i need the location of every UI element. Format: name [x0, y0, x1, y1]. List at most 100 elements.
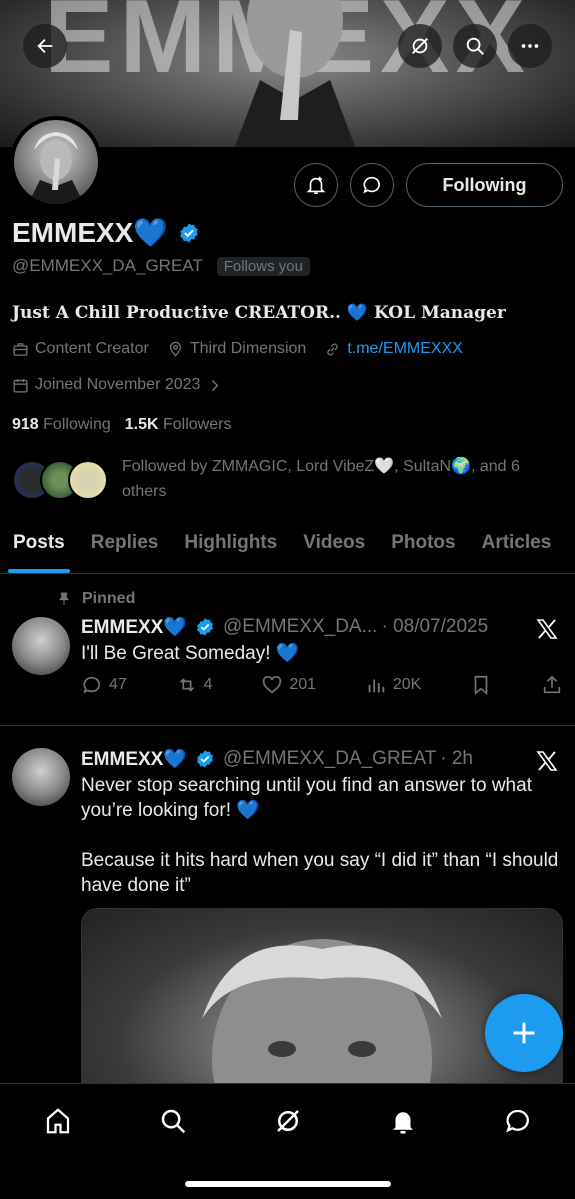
tab-photos[interactable]: Photos: [378, 522, 468, 573]
post-time: · 2h: [440, 748, 473, 769]
nav-messages[interactable]: [498, 1101, 538, 1141]
post-avatar[interactable]: [12, 617, 70, 675]
verified-badge-icon[interactable]: [178, 222, 200, 244]
message-bubble-icon: [506, 1109, 529, 1133]
bell-icon: [393, 1112, 413, 1134]
tab-articles[interactable]: Articles: [469, 522, 565, 573]
nav-search[interactable]: [153, 1101, 193, 1141]
follows-you-badge: Follows you: [216, 256, 310, 276]
post-media-image[interactable]: [81, 908, 563, 1098]
banner-figure: [234, 0, 356, 147]
bookmark-icon: [474, 675, 488, 696]
x-logo-icon: [536, 751, 558, 771]
grok-button[interactable]: [398, 24, 442, 68]
views-count: 20K: [392, 676, 422, 693]
tab-replies[interactable]: Replies: [78, 522, 172, 573]
repost-button[interactable]: 4: [176, 674, 213, 696]
post-author-name[interactable]: EMMEXX💙: [81, 747, 187, 771]
profile-avatar[interactable]: [10, 116, 102, 208]
portrait-image: [202, 939, 442, 1097]
grok-icon: [412, 38, 428, 54]
followed-by-avatars: [12, 456, 108, 500]
profile-tabs: Posts Replies Highlights Videos Photos A…: [0, 522, 575, 574]
post-header: EMMEXX💙 @EMMEXX_DA... · 08/07/2025: [81, 615, 488, 639]
followers-count[interactable]: 1.5K Followers: [125, 416, 232, 434]
verified-badge-icon: [197, 750, 213, 768]
follow-counts: 918 Following 1.5K Followers: [12, 416, 231, 434]
location-pin-icon: [169, 341, 181, 357]
tab-posts[interactable]: Posts: [0, 522, 78, 573]
views-icon: [368, 679, 385, 693]
following-number: 918: [12, 416, 39, 433]
post-avatar[interactable]: [12, 748, 70, 806]
verified-badge-icon: [197, 618, 213, 636]
compose-post-button[interactable]: [485, 994, 563, 1072]
search-icon: [161, 1109, 186, 1134]
handle-row: @EMMEXX_DA_GREAT Follows you: [12, 256, 310, 276]
category-text: Content Creator: [35, 340, 149, 357]
location-item: Third Dimension: [167, 340, 306, 358]
message-button[interactable]: [350, 163, 394, 207]
avatar-image: [28, 132, 84, 204]
nav-home[interactable]: [38, 1101, 78, 1141]
repost-icon: [179, 678, 194, 692]
chevron-right-icon: [212, 379, 219, 391]
post-author-name[interactable]: EMMEXX💙: [81, 615, 187, 639]
nav-notifications[interactable]: [383, 1101, 423, 1141]
post-divider: [0, 725, 575, 726]
pinned-indicator: Pinned: [56, 590, 135, 608]
following-button[interactable]: Following: [406, 163, 563, 207]
briefcase-icon: [13, 342, 28, 356]
calendar-icon: [13, 378, 28, 393]
link-icon: [327, 343, 339, 355]
nav-grok[interactable]: [268, 1101, 308, 1141]
profile-handle: @EMMEXX_DA_GREAT: [12, 256, 203, 275]
notifications-subscribe-button[interactable]: [294, 163, 338, 207]
website-link[interactable]: t.me/EMMEXXX: [347, 340, 463, 358]
post-header: EMMEXX💙 @EMMEXX_DA_GREAT · 2h: [81, 747, 473, 771]
pinned-label: Pinned: [82, 590, 136, 607]
followed-by-section[interactable]: Followed by ZMMAGIC, Lord VibeZ🤍, SultaN…: [12, 456, 562, 504]
joined-item[interactable]: Joined November 2023: [12, 376, 223, 394]
post-actions: 47 4 201 20K: [81, 674, 563, 696]
search-icon: [466, 37, 484, 55]
bell-plus-icon: [306, 176, 326, 195]
reply-icon: [83, 676, 100, 694]
following-label: Following: [43, 416, 111, 433]
joined-text: Joined November 2023: [35, 376, 201, 393]
profile-banner[interactable]: EMMEXX: [0, 0, 575, 147]
back-button[interactable]: [23, 24, 67, 68]
more-icon: [521, 44, 539, 48]
followers-number: 1.5K: [124, 416, 159, 433]
website-item[interactable]: t.me/EMMEXXX: [324, 340, 463, 358]
post-text-continued: Because it hits hard when you say “I did…: [81, 850, 559, 896]
x-logo-icon: [536, 619, 558, 639]
home-icon: [46, 1108, 70, 1134]
views-button[interactable]: 20K: [365, 674, 421, 696]
tab-videos[interactable]: Videos: [290, 522, 378, 573]
tab-highlights[interactable]: Highlights: [171, 522, 290, 573]
joined-row[interactable]: Joined November 2023: [12, 376, 223, 394]
like-button[interactable]: 201: [261, 674, 316, 696]
pin-icon: [59, 592, 69, 605]
heart-icon: [263, 675, 282, 694]
reply-button[interactable]: 47: [81, 674, 127, 696]
profile-name: EMMEXX💙: [12, 216, 200, 249]
category-item: Content Creator: [12, 340, 149, 358]
profile-meta-row: Content Creator Third Dimension t.me/EMM…: [12, 340, 463, 358]
like-count: 201: [289, 676, 317, 693]
followers-label: Followers: [163, 416, 232, 433]
post-author-handle: @EMMEXX_DA_GREAT: [223, 748, 437, 769]
more-button[interactable]: [508, 24, 552, 68]
share-button[interactable]: [541, 674, 563, 696]
profile-bio: Just A Chill Productive CREATOR.. 💙 KOL …: [12, 303, 506, 323]
following-count[interactable]: 918 Following: [12, 416, 111, 434]
plus-icon: [513, 1022, 535, 1044]
post-text: I'll Be Great Someday! 💙: [81, 643, 300, 664]
grok-icon: [277, 1110, 299, 1132]
search-button[interactable]: [453, 24, 497, 68]
followed-by-text: Followed by ZMMAGIC, Lord VibeZ🤍, SultaN…: [122, 458, 520, 500]
profile-name-text: EMMEXX💙: [12, 217, 169, 248]
message-bubble-icon: [363, 176, 380, 194]
bookmark-button[interactable]: [470, 674, 492, 696]
